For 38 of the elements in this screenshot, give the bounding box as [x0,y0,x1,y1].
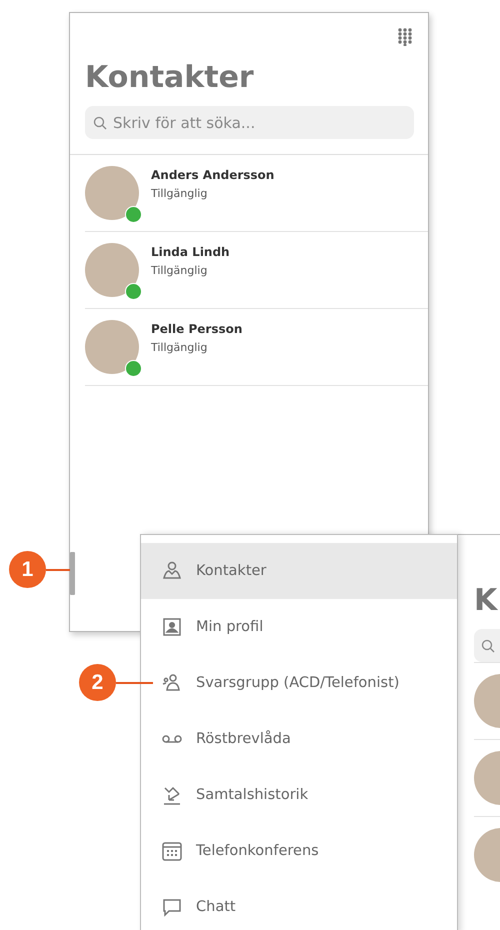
menu-item[interactable]: Svarsgrupp (ACD/Telefonist) [141,655,457,711]
avatar-placeholder [85,166,139,220]
search-icon [93,116,107,130]
contact-status: Tillgänglig [151,264,208,277]
callout-number: 2 [79,664,116,701]
contact-name: Linda Lindh [151,245,230,259]
menu-item[interactable]: Min profil [141,599,457,655]
calendar-grid-icon [161,840,183,862]
contact-row[interactable]: Linda Lindh Tillgänglig [85,232,428,309]
callout-number: 1 [9,551,46,588]
contact-status: Tillgänglig [151,187,208,200]
contact-row[interactable]: Pelle Persson Tillgänglig [85,309,428,386]
contact-row[interactable]: Anders Andersson Tillgänglig [85,155,428,232]
dialpad-icon[interactable] [398,28,412,46]
group-icon [161,672,183,694]
presence-dot [125,283,142,300]
menu-item[interactable]: Kontakter [141,543,457,599]
menu-item[interactable]: Chatt [141,879,457,930]
drawer-handle[interactable] [70,552,75,595]
profile-card-icon [161,616,183,638]
contact-status: Tillgänglig [151,341,208,354]
search-field[interactable]: Skriv för att söka... [85,106,414,139]
menu-item[interactable]: Röstbrevlåda [141,711,457,767]
presence-dot [125,206,142,223]
avatar-placeholder [85,243,139,297]
contact-name: Pelle Persson [151,322,242,336]
menu-item[interactable]: Samtalshistorik [141,767,457,823]
leader-line [116,682,153,684]
person-icon [161,560,183,582]
page-title: K [474,582,499,620]
avatar-placeholder [85,320,139,374]
contact-name: Anders Andersson [151,168,274,182]
page-title: Kontakter [85,59,255,97]
call-arrow-icon [161,784,183,806]
leader-line [46,568,70,570]
search-icon [481,638,495,652]
menu-item[interactable]: Telefonkonferens [141,823,457,879]
presence-dot [125,360,142,377]
